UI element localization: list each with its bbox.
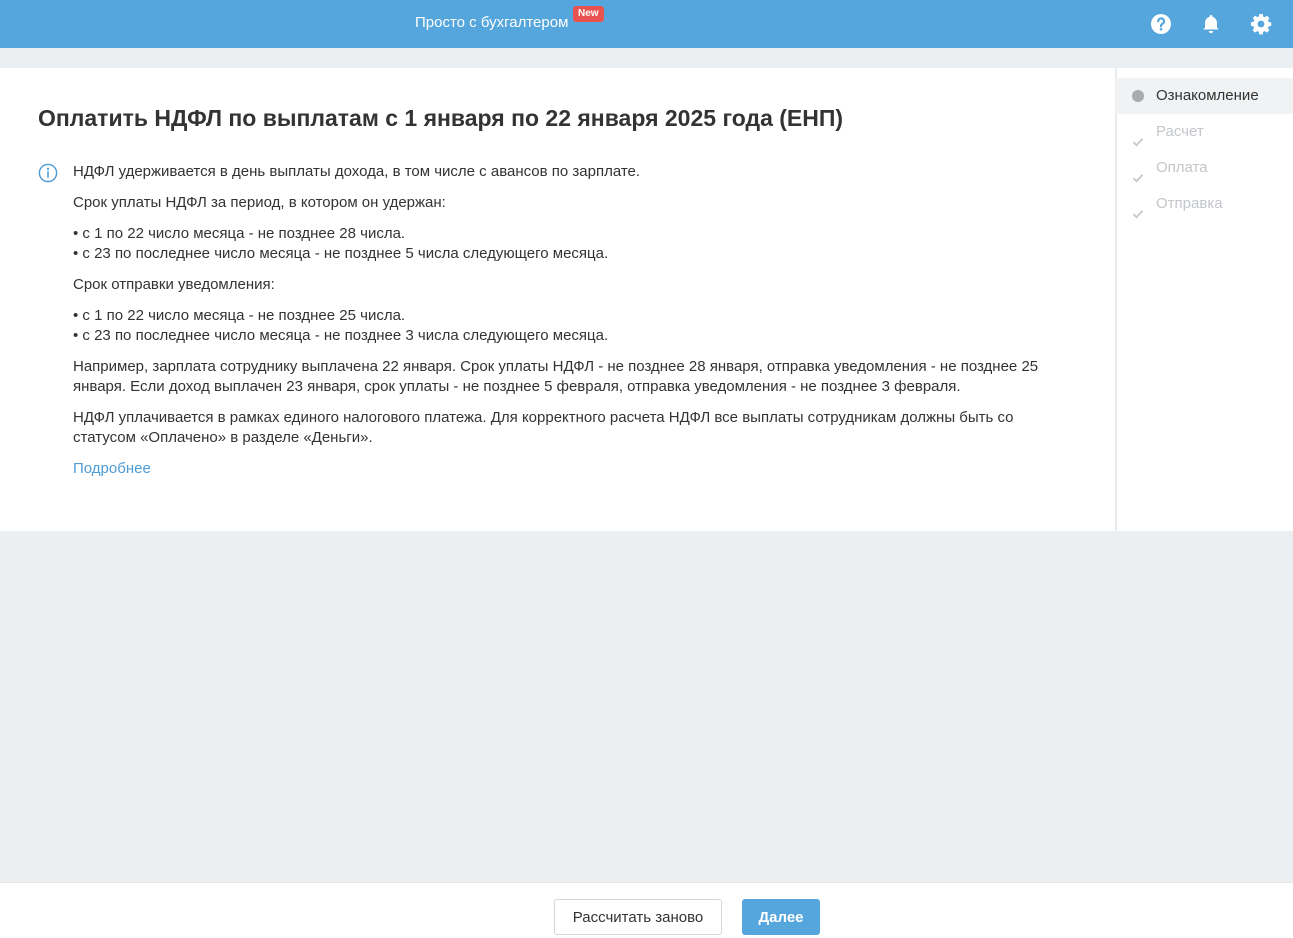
info-content: НДФЛ удерживается в день выплаты дохода,… <box>73 162 1073 479</box>
gear-icon[interactable] <box>1249 12 1273 36</box>
new-badge: New <box>573 6 604 22</box>
info-bullet: • с 23 по последнее число месяца - не по… <box>73 245 609 262</box>
page-title: Оплатить НДФЛ по выплатам с 1 января по … <box>38 105 844 131</box>
step-label: Оплата <box>1156 159 1208 176</box>
info-bullet: • с 1 по 22 число месяца - не позднее 25… <box>73 307 406 324</box>
step-label: Отправка <box>1156 195 1223 212</box>
step-dot-icon <box>1132 90 1144 102</box>
recalculate-button[interactable]: Рассчитать заново <box>554 899 722 935</box>
bell-icon[interactable] <box>1199 12 1223 36</box>
info-icon <box>38 163 58 183</box>
info-paragraph: НДФЛ уплачивается в рамках единого налог… <box>73 409 1014 446</box>
top-bar <box>0 0 1293 48</box>
checkmark-icon <box>1132 198 1144 219</box>
help-icon[interactable] <box>1149 12 1173 36</box>
info-paragraph: НДФЛ удерживается в день выплаты дохода,… <box>73 163 641 180</box>
next-button[interactable]: Далее <box>742 899 820 935</box>
step-payment[interactable]: Оплата <box>1116 150 1293 186</box>
step-calculation[interactable]: Расчет <box>1116 114 1293 150</box>
info-paragraph: Например, зарплата сотруднику выплачена … <box>73 358 1039 395</box>
step-introduction[interactable]: Ознакомление <box>1116 78 1293 114</box>
info-bullet: • с 23 по последнее число месяца - не по… <box>73 327 609 344</box>
info-paragraph: Срок уплаты НДФЛ за период, в котором он… <box>73 194 446 211</box>
step-sending[interactable]: Отправка <box>1116 186 1293 222</box>
app-title[interactable]: Просто с бухгалтером <box>415 14 568 32</box>
step-label: Ознакомление <box>1156 87 1259 104</box>
more-link[interactable]: Подробнее <box>73 460 151 477</box>
checkmark-icon <box>1132 126 1144 147</box>
info-bullet: • с 1 по 22 число месяца - не позднее 28… <box>73 225 406 242</box>
info-paragraph: Срок отправки уведомления: <box>73 276 275 293</box>
step-label: Расчет <box>1156 123 1204 140</box>
checkmark-icon <box>1132 162 1144 183</box>
